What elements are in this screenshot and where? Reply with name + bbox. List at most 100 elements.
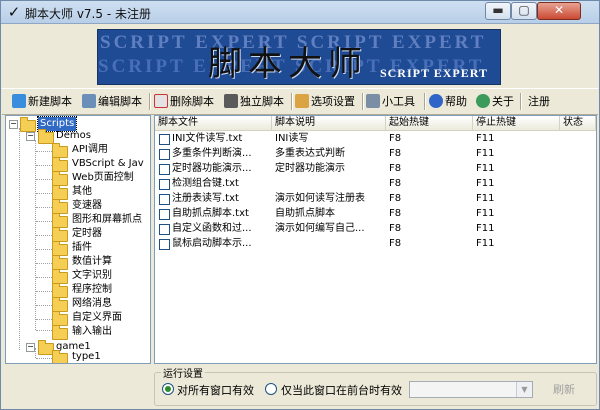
row-checkbox[interactable] — [159, 209, 170, 220]
table-row[interactable]: INI文件读写.txt INI读写 F8 F11 — [155, 131, 596, 146]
close-button[interactable]: ✕ — [537, 2, 581, 20]
column-header-file[interactable]: 脚本文件 — [155, 116, 272, 130]
radio-foreground-only-label[interactable]: 仅当此窗口在前台时有效 — [281, 382, 402, 398]
options-button[interactable]: 选项设置 — [295, 92, 355, 111]
row-checkbox[interactable] — [159, 224, 170, 235]
tree-node-item[interactable]: 网络消息 — [72, 297, 112, 311]
about-icon — [476, 94, 490, 108]
tree-node-item[interactable]: 图形和屏幕抓点 — [72, 213, 142, 227]
minimize-button[interactable]: ▬ — [485, 2, 511, 20]
edit-script-button[interactable]: 编辑脚本 — [82, 92, 142, 111]
help-button[interactable]: 帮助 — [429, 92, 467, 111]
cell-start-hotkey: F8 — [389, 133, 402, 144]
table-row[interactable]: 注册表读写.txt 演示如何读写注册表 F8 F11 — [155, 191, 596, 206]
tree-connector — [36, 151, 52, 153]
chevron-down-icon[interactable]: ▼ — [516, 382, 532, 397]
tree-node-item[interactable]: 变速器 — [72, 199, 102, 213]
cell-stop-hotkey: F11 — [476, 193, 495, 204]
tools-button[interactable]: 小工具 — [366, 92, 415, 111]
main-window: ✓ 脚本大师 v7.5 - 未注册 ▬ ▢ ✕ SCRIPT EXPERT SC… — [0, 0, 600, 410]
row-checkbox[interactable] — [159, 134, 170, 145]
tree-node-item[interactable]: type1 — [72, 350, 101, 363]
cell-stop-hotkey: F11 — [476, 208, 495, 219]
tree-node-item[interactable]: API调用 — [72, 143, 108, 157]
cell-file: 多重条件判断演... — [172, 148, 252, 159]
tree-expander[interactable]: − — [26, 132, 35, 141]
window-select-dropdown[interactable]: ▼ — [409, 381, 533, 398]
table-row[interactable]: 自定义函数和过... 演示如何编写自己... F8 F11 — [155, 221, 596, 236]
tree-node-item[interactable]: 文字识别 — [72, 269, 112, 283]
script-list[interactable]: 脚本文件 脚本说明 起始热键 停止热键 状态 INI文件读写.txt INI读写… — [154, 115, 597, 364]
tree-node-item[interactable]: Web页面控制 — [72, 171, 134, 185]
edit-script-icon — [82, 94, 96, 108]
tree-node-item[interactable]: VBScript & Jav — [72, 157, 144, 171]
standalone-script-button[interactable]: 独立脚本 — [224, 92, 284, 111]
tree-node-item[interactable]: 数值计算 — [72, 255, 112, 269]
tree-node-item[interactable]: 其他 — [72, 185, 92, 199]
tree-node-item[interactable]: 输入输出 — [72, 325, 112, 339]
tree-connector — [36, 319, 52, 321]
radio-foreground-only[interactable] — [265, 383, 277, 395]
cell-description: 自助抓点脚本 — [275, 208, 335, 219]
tree-expander[interactable]: − — [9, 120, 18, 129]
title-bar[interactable]: ✓ 脚本大师 v7.5 - 未注册 ▬ ▢ ✕ — [1, 1, 599, 24]
toolbar-separator — [291, 93, 293, 110]
refresh-button[interactable]: 刷新 — [537, 381, 591, 398]
radio-all-windows-label[interactable]: 对所有窗口有效 — [177, 382, 254, 398]
column-header-stop-hotkey[interactable]: 停止热键 — [473, 116, 560, 130]
register-button[interactable]: 注册 — [528, 92, 550, 111]
tree-node-item[interactable]: 插件 — [72, 241, 92, 255]
tree-node-demos[interactable]: Demos — [56, 129, 91, 143]
cell-description: 多重表达式判断 — [275, 148, 345, 159]
cell-description: 演示如何编写自己... — [275, 223, 365, 234]
app-check-icon: ✓ — [7, 3, 21, 21]
row-checkbox[interactable] — [159, 194, 170, 205]
column-header-description[interactable]: 脚本说明 — [272, 116, 386, 130]
tree-connector — [36, 193, 52, 195]
toolbar-separator — [149, 93, 151, 110]
cell-file: 定时器功能演示... — [172, 163, 252, 174]
cell-file: 注册表读写.txt — [172, 193, 239, 204]
script-tree[interactable]: − Scripts − Demos API调用 VBScript & Jav W… — [5, 115, 151, 364]
column-header-start-hotkey[interactable]: 起始热键 — [386, 116, 473, 130]
maximize-button[interactable]: ▢ — [511, 2, 537, 20]
table-row[interactable]: 定时器功能演示... 定时器功能演示 F8 F11 — [155, 161, 596, 176]
cell-stop-hotkey: F11 — [476, 223, 495, 234]
table-row[interactable]: 鼠标启动脚本示... F8 F11 — [155, 236, 596, 251]
tree-connector — [36, 358, 52, 360]
cell-description: 演示如何读写注册表 — [275, 193, 365, 204]
toolbar-separator — [424, 93, 426, 110]
cell-file: 鼠标启动脚本示... — [172, 238, 252, 249]
delete-script-button[interactable]: 删除脚本 — [154, 92, 214, 111]
row-checkbox[interactable] — [159, 179, 170, 190]
row-checkbox[interactable] — [159, 149, 170, 160]
tree-node-item[interactable]: 自定义界面 — [72, 311, 122, 325]
list-header: 脚本文件 脚本说明 起始热键 停止热键 状态 — [155, 116, 596, 131]
banner-logo: SCRIPT EXPERT SCRIPT EXPERT SCRIPT EXPER… — [97, 29, 501, 85]
window-title: 脚本大师 v7.5 - 未注册 — [25, 7, 151, 21]
table-row[interactable]: 多重条件判断演... 多重表达式判断 F8 F11 — [155, 146, 596, 161]
row-checkbox[interactable] — [159, 164, 170, 175]
run-settings-title: 运行设置 — [161, 365, 205, 380]
tree-connector — [36, 305, 52, 307]
radio-all-windows[interactable] — [162, 383, 174, 395]
row-checkbox[interactable] — [159, 239, 170, 250]
tree-node-item[interactable]: 定时器 — [72, 227, 102, 241]
tree-connector — [36, 235, 52, 237]
table-row[interactable]: 检测组合键.txt F8 F11 — [155, 176, 596, 191]
tree-node-item[interactable]: 程序控制 — [72, 283, 112, 297]
options-icon — [295, 94, 309, 108]
tree-expander[interactable]: − — [26, 343, 35, 352]
cell-stop-hotkey: F11 — [476, 178, 495, 189]
banner-subtitle: SCRIPT EXPERT — [379, 66, 488, 80]
new-script-button[interactable]: 新建脚本 — [12, 92, 72, 111]
cell-start-hotkey: F8 — [389, 208, 402, 219]
tools-icon — [366, 94, 380, 108]
tree-connector — [36, 291, 52, 293]
about-button[interactable]: 关于 — [476, 92, 514, 111]
table-row[interactable]: 自助抓点脚本.txt 自助抓点脚本 F8 F11 — [155, 206, 596, 221]
cell-start-hotkey: F8 — [389, 148, 402, 159]
cell-start-hotkey: F8 — [389, 178, 402, 189]
cell-description — [275, 176, 385, 191]
column-header-status[interactable]: 状态 — [560, 116, 596, 130]
